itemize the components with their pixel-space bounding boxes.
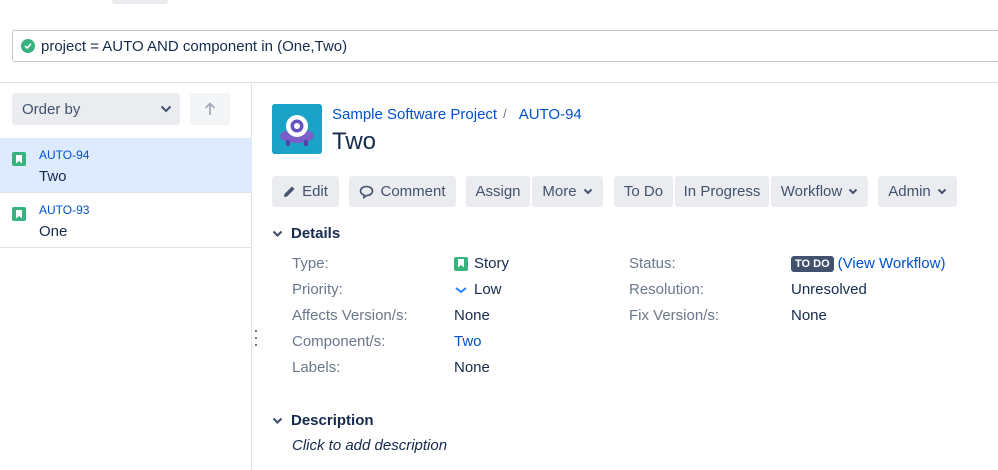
comment-icon (360, 185, 374, 199)
edit-button[interactable]: Edit (272, 176, 339, 207)
affects-versions-value[interactable]: None (454, 307, 490, 324)
top-tab-fragment[interactable] (112, 0, 168, 4)
issue-key-link[interactable]: AUTO-94 (39, 148, 89, 162)
status-value: TO DO (View Workflow) (791, 255, 945, 272)
todo-label: To Do (623, 183, 664, 200)
pencil-icon (284, 186, 295, 197)
components-label: Component/s: (292, 333, 386, 350)
priority-value[interactable]: Low (454, 281, 502, 298)
labels-value[interactable]: None (454, 359, 490, 376)
admin-button[interactable]: Admin (878, 176, 957, 207)
description-heading: Description (291, 412, 374, 429)
sort-direction-button[interactable] (190, 93, 230, 125)
workflow-button[interactable]: Workflow (771, 176, 868, 207)
todo-transition-button[interactable]: To Do (614, 176, 673, 207)
affects-versions-label: Affects Version/s: (292, 307, 408, 324)
breadcrumb-separator: / (503, 106, 507, 121)
workflow-label: Workflow (780, 183, 843, 200)
priority-low-icon (455, 286, 467, 293)
story-icon (12, 207, 26, 221)
details-heading: Details (291, 225, 341, 242)
story-icon (454, 256, 468, 271)
type-value[interactable]: Story (454, 255, 509, 272)
chevron-down-icon (583, 188, 592, 195)
check-circle-icon (21, 39, 35, 53)
comment-label: Comment (380, 183, 446, 200)
status-label: Status: (629, 255, 676, 272)
chevron-down-icon (937, 188, 946, 195)
more-label: More (542, 183, 577, 200)
assign-label: Assign (475, 183, 521, 200)
priority-label: Priority: (292, 281, 343, 298)
issue-key-link[interactable]: AUTO-93 (39, 203, 89, 217)
assign-button[interactable]: Assign (466, 176, 530, 207)
breadcrumb-project-link[interactable]: Sample Software Project (332, 106, 497, 123)
arrow-up-icon (204, 102, 216, 115)
chevron-down-icon (160, 105, 172, 113)
description-field[interactable]: Click to add description (292, 437, 447, 454)
priority-value-text: Low (474, 281, 502, 298)
type-label: Type: (292, 255, 329, 272)
issue-list-item[interactable]: AUTO-94 Two (0, 138, 252, 193)
status-badge: TO DO (791, 255, 834, 272)
in-progress-label: In Progress (683, 183, 761, 200)
labels-label: Labels: (292, 359, 341, 376)
more-button[interactable]: More (532, 176, 603, 207)
project-avatar-icon[interactable] (272, 104, 322, 154)
fix-versions-label: Fix Version/s: (629, 307, 720, 324)
order-by-select[interactable]: Order by (12, 93, 180, 125)
order-by-label: Order by (22, 100, 81, 118)
details-section-toggle[interactable]: Details (272, 225, 340, 242)
issue-summary: One (39, 223, 68, 240)
admin-label: Admin (888, 183, 931, 200)
view-workflow-link[interactable]: (View Workflow) (838, 255, 946, 272)
edit-label: Edit (302, 183, 328, 200)
issue-summary: Two (39, 168, 67, 185)
chevron-down-icon (272, 230, 283, 237)
type-value-text: Story (474, 255, 510, 272)
issue-list-panel: Order by AUTO-94 Two AUTO-93 One (0, 83, 252, 470)
story-icon (12, 152, 26, 166)
resolution-value: Unresolved (791, 281, 867, 298)
breadcrumb: Sample Software Project / AUTO-94 (332, 106, 582, 123)
fix-versions-value[interactable]: None (791, 307, 827, 324)
jql-query-text: project = AUTO AND component in (One,Two… (41, 37, 348, 55)
issue-title[interactable]: Two (332, 128, 376, 156)
issue-list-item[interactable]: AUTO-93 One (0, 193, 252, 248)
description-section-toggle[interactable]: Description (272, 412, 374, 429)
in-progress-transition-button[interactable]: In Progress (675, 176, 769, 207)
chevron-down-icon (272, 417, 283, 424)
breadcrumb-issue-link[interactable]: AUTO-94 (519, 106, 582, 123)
panel-resize-handle[interactable] (255, 330, 258, 346)
jql-search-input[interactable]: project = AUTO AND component in (One,Two… (12, 30, 998, 62)
resolution-label: Resolution: (629, 281, 705, 298)
chevron-down-icon (848, 188, 858, 195)
components-value-link[interactable]: Two (454, 333, 482, 350)
comment-button[interactable]: Comment (349, 176, 456, 207)
